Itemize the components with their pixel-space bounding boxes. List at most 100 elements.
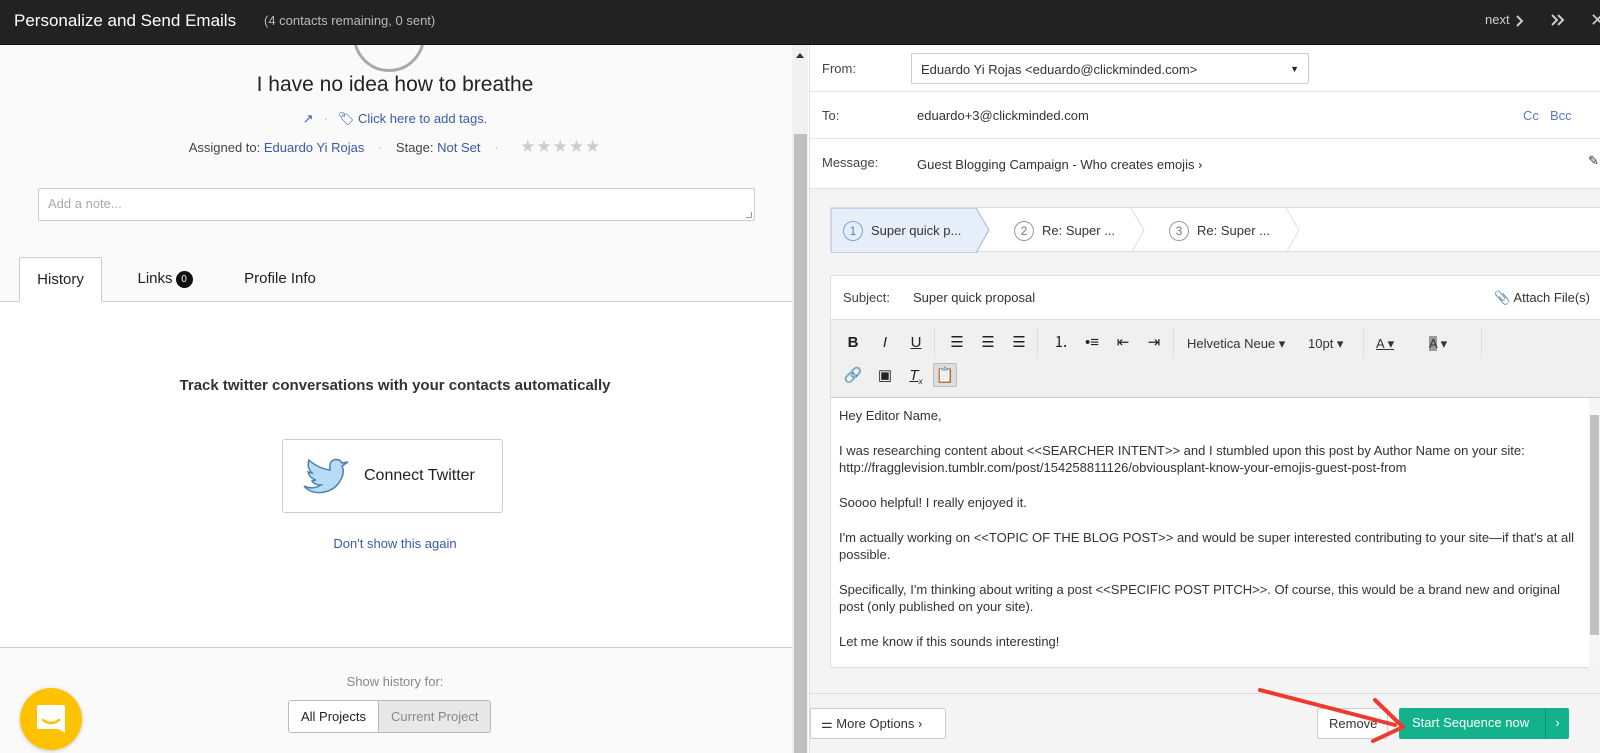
- assigned-user-link[interactable]: Eduardo Yi Rojas: [264, 140, 364, 155]
- connect-twitter-label: Connect Twitter: [364, 467, 475, 484]
- step-2-tab[interactable]: 2 Re: Super ...: [1014, 208, 1115, 253]
- assigned-label: Assigned to:: [188, 140, 261, 155]
- body-paragraph: Let me know if this sounds interesting!: [839, 634, 1060, 649]
- next-button[interactable]: next: [1485, 12, 1524, 27]
- outdent-icon[interactable]: ⇤: [1111, 331, 1135, 355]
- cc-link[interactable]: Cc: [1523, 108, 1539, 123]
- align-right-icon[interactable]: ☰: [1007, 331, 1031, 355]
- scroll-up-icon[interactable]: [796, 53, 804, 58]
- from-label: From:: [822, 61, 856, 76]
- stage-label: Stage:: [395, 140, 434, 155]
- align-left-icon[interactable]: ☰: [945, 331, 969, 355]
- skip-all-button[interactable]: [1551, 13, 1565, 31]
- history-panel: Track twitter conversations with your co…: [0, 302, 792, 648]
- left-scrollbar[interactable]: [792, 45, 808, 753]
- step-number: 1: [843, 221, 863, 241]
- filter-all-projects[interactable]: All Projects: [289, 701, 380, 732]
- contact-panel: I have no idea how to breathe ↗ · 🏷 Click …: [0, 45, 792, 753]
- contact-tabs: History Links 0 Profile Info: [0, 257, 792, 302]
- step-label: Super quick p...: [871, 223, 962, 238]
- numbered-list-icon[interactable]: ⒈: [1049, 331, 1073, 355]
- underline-icon[interactable]: U: [904, 331, 928, 355]
- start-sequence-label: Start Sequence now: [1412, 715, 1530, 730]
- links-count-badge: 0: [175, 271, 193, 288]
- tag-icon: 🏷: [337, 111, 355, 126]
- bcc-link[interactable]: Bcc: [1550, 108, 1572, 123]
- dropdown-caret-icon: ▼: [1290, 64, 1299, 74]
- step-1-tab[interactable]: 1 Super quick p...: [843, 208, 961, 253]
- message-label: Message:: [822, 155, 879, 170]
- from-select[interactable]: Eduardo Yi Rojas <eduardo@clickminded.co…: [911, 53, 1309, 84]
- start-sequence-button[interactable]: Start Sequence now ›: [1399, 708, 1569, 739]
- filter-current-project[interactable]: Current Project: [379, 701, 491, 732]
- more-options-button[interactable]: ⚌ More Options ›: [810, 708, 946, 739]
- twitter-bird-icon: [303, 458, 349, 494]
- email-panel: From: Eduardo Yi Rojas <eduardo@clickmin…: [809, 45, 1600, 753]
- bold-icon[interactable]: B: [841, 331, 865, 355]
- font-family-select[interactable]: Helvetica Neue ▾: [1187, 336, 1285, 352]
- close-icon[interactable]: ✕: [1590, 10, 1600, 31]
- attach-files-button[interactable]: 📎 Attach File(s): [1494, 290, 1590, 306]
- resize-handle[interactable]: [746, 212, 752, 218]
- align-center-icon[interactable]: ☰: [976, 331, 1000, 355]
- to-value[interactable]: eduardo+3@clickminded.com: [917, 108, 1089, 123]
- italic-icon[interactable]: I: [873, 331, 897, 355]
- chat-widget-button[interactable]: [20, 688, 82, 750]
- attach-label: Attach File(s): [1513, 290, 1590, 305]
- subject-input[interactable]: Super quick proposal: [913, 290, 1035, 305]
- stage-link[interactable]: Not Set: [437, 140, 480, 155]
- next-label: next: [1485, 12, 1510, 27]
- step-3-tab[interactable]: 3 Re: Super ...: [1169, 208, 1270, 253]
- link-icon[interactable]: 🔗: [841, 364, 865, 388]
- bullet-list-icon[interactable]: •≡: [1080, 331, 1104, 355]
- message-row: Message: Guest Blogging Campaign - Who c…: [810, 139, 1600, 189]
- message-template-link[interactable]: Guest Blogging Campaign - Who creates em…: [917, 157, 1202, 172]
- chevron-right-icon: ›: [1198, 157, 1203, 172]
- clear-format-icon[interactable]: Tx: [904, 364, 928, 388]
- connect-twitter-button[interactable]: Connect Twitter: [282, 439, 503, 513]
- editor-toolbar: B I U ☰ ☰ ☰ ⒈ •≡ ⇤ ⇥ Helvetica Neue ▾ 10…: [831, 320, 1600, 398]
- from-row: From: Eduardo Yi Rojas <eduardo@clickmin…: [810, 45, 1600, 92]
- note-input[interactable]: Add a note...: [38, 188, 755, 221]
- tab-history[interactable]: History: [19, 257, 102, 302]
- chat-icon: [37, 705, 65, 733]
- scrollbar-thumb[interactable]: [794, 134, 807, 753]
- sliders-icon: ⚌: [821, 716, 833, 731]
- body-paragraph: Hey Editor Name,: [839, 408, 942, 423]
- action-bar: ⚌ More Options › Remove Start Sequence n…: [810, 693, 1600, 753]
- scrollbar-thumb[interactable]: [1590, 415, 1599, 635]
- tab-history-label: History: [37, 271, 84, 288]
- editor-scrollbar[interactable]: [1589, 398, 1600, 668]
- dont-show-again-link[interactable]: Don't show this again: [0, 536, 790, 551]
- text-color-icon[interactable]: A ▾: [1376, 336, 1394, 352]
- start-options-chevron[interactable]: ›: [1545, 708, 1569, 739]
- remove-button[interactable]: Remove: [1317, 708, 1388, 739]
- subject-row: Subject: Super quick proposal 📎 Attach F…: [831, 276, 1600, 320]
- font-size-select[interactable]: 10pt ▾: [1308, 336, 1343, 352]
- top-bar: Personalize and Send Emails (4 contacts …: [0, 0, 1600, 45]
- tab-links[interactable]: Links 0: [120, 257, 210, 302]
- to-label: To:: [822, 108, 840, 123]
- tab-profile-info[interactable]: Profile Info: [228, 257, 332, 302]
- image-icon[interactable]: ▣: [873, 364, 897, 388]
- add-tags-link[interactable]: Click here to add tags.: [358, 111, 487, 126]
- external-link-icon[interactable]: ↗: [303, 111, 314, 126]
- twitter-prompt: Track twitter conversations with your co…: [179, 377, 611, 394]
- body-paragraph: Specifically, I'm thinking about writing…: [839, 582, 1560, 614]
- body-paragraph: I was researching content about <<SEARCH…: [839, 443, 1525, 475]
- paste-text-icon[interactable]: 📋: [933, 363, 957, 387]
- highlight-color-icon[interactable]: A ▾: [1429, 336, 1447, 352]
- font-family-value: Helvetica Neue: [1187, 336, 1276, 351]
- show-history-label: Show history for:: [346, 674, 444, 689]
- tab-links-label: Links: [137, 270, 173, 287]
- email-body-editor[interactable]: Hey Editor Name, I was researching conte…: [831, 398, 1591, 668]
- paperclip-icon: 📎: [1494, 290, 1511, 305]
- page-title: Personalize and Send Emails: [14, 11, 237, 30]
- contact-links: ↗ · 🏷 Click here to add tags.: [302, 111, 488, 126]
- step-number: 3: [1169, 221, 1189, 241]
- pencil-icon[interactable]: ✎: [1588, 153, 1599, 169]
- contacts-remaining: (4 contacts remaining, 0 sent): [264, 13, 436, 28]
- from-value: Eduardo Yi Rojas <eduardo@clickminded.co…: [921, 62, 1198, 77]
- indent-icon[interactable]: ⇥: [1142, 331, 1166, 355]
- star-rating[interactable]: ★★★★★: [520, 137, 601, 156]
